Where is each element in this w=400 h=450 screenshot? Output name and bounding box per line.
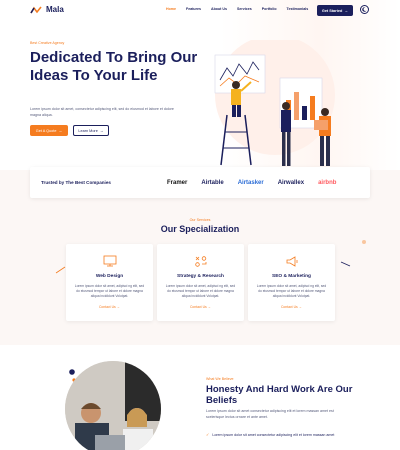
moon-icon — [362, 7, 367, 12]
card-text: Lorem ipsum dolor sit amet, adipisci ng … — [165, 284, 236, 298]
arrow-right-icon: → — [207, 305, 212, 309]
beliefs-kicker: What We Believe — [206, 377, 234, 381]
decor-dot-icon — [362, 240, 366, 244]
companies-label: Trusted by The Best Companies — [41, 180, 111, 185]
get-started-button[interactable]: Get Started → — [317, 5, 353, 16]
nav-about[interactable]: About Us — [211, 7, 227, 11]
team-photo-illustration — [65, 361, 161, 450]
nav-services[interactable]: Services — [237, 7, 252, 11]
card-title: Web Design — [95, 274, 124, 279]
brand-framer-logo: Framer — [167, 179, 188, 186]
strategy-icon — [194, 256, 206, 267]
card-link[interactable]: Contact Us → — [248, 305, 335, 309]
logo-text: Mala — [46, 5, 64, 14]
megaphone-icon — [286, 256, 297, 267]
list-item: ✓ Lorem ipsum dolor sit amet consectetur… — [206, 432, 335, 437]
brand-airwallex-logo: Airwallex — [277, 179, 305, 186]
card-link[interactable]: Contact Us → — [157, 305, 244, 309]
logo-mark-icon — [30, 6, 42, 13]
arrow-right-icon: → — [58, 128, 63, 133]
theme-toggle[interactable] — [360, 5, 369, 14]
arrow-right-icon: → — [116, 305, 121, 309]
learn-more-button[interactable]: Learn More → — [73, 125, 109, 136]
arrow-right-icon: → — [298, 305, 303, 309]
trusted-companies-strip: Trusted by The Best Companies Framer Air… — [30, 167, 370, 198]
get-started-label: Get Started — [321, 8, 343, 13]
service-card-strategy[interactable]: Strategy & Research Lorem ipsum dolor si… — [157, 244, 244, 321]
main-nav: Home Features About Us Services Portfoli… — [166, 7, 326, 11]
arrow-right-icon: → — [344, 8, 349, 13]
hero-illustration — [214, 40, 335, 166]
brand-airtasker-logo: Airtasker — [237, 179, 264, 186]
hero-title: Dedicated To Bring Our Ideas To Your Lif… — [30, 49, 198, 84]
beliefs-list: ✓ Lorem ipsum dolor sit amet consectetur… — [206, 432, 366, 440]
nav-portfolio[interactable]: Portfolio — [262, 7, 277, 11]
check-icon: ✓ — [206, 432, 210, 437]
service-card-seo[interactable]: SEO & Marketing Lorem ipsum dolor sit am… — [248, 244, 335, 321]
learn-more-label: Learn More — [78, 128, 98, 133]
arrow-right-icon: → — [99, 128, 104, 133]
hero-description: Lorem ipsum dolor sit amet, consectetur … — [30, 107, 174, 117]
services-kicker: Our Services — [189, 218, 211, 222]
get-quote-button[interactable]: Get A Quote → — [30, 125, 68, 136]
nav-features[interactable]: Features — [186, 7, 201, 11]
card-link[interactable]: Contact Us → — [66, 305, 153, 309]
hero-kicker: Best Creative Agency — [30, 41, 65, 45]
site-logo[interactable]: Mala — [30, 5, 64, 14]
brand-airbnb-logo: airbnb — [318, 179, 337, 186]
card-text: Lorem ipsum dolor sit amet, adipisci ng … — [256, 284, 327, 298]
card-text: Lorem ipsum dolor sit amet, adipisci ng … — [74, 284, 145, 298]
service-card-web-design[interactable]: Web Design Lorem ipsum dolor sit amet, a… — [66, 244, 153, 321]
card-title: Strategy & Research — [177, 274, 224, 279]
nav-testimonials[interactable]: Testimonials — [287, 7, 309, 11]
nav-home[interactable]: Home — [166, 7, 176, 11]
beliefs-title: Honesty And Hard Work Are Our Beliefs — [206, 384, 353, 406]
beliefs-description: Lorem ipsum dolor sit amet consectetur a… — [206, 409, 334, 419]
decor-dash-icon — [340, 261, 351, 267]
get-quote-label: Get A Quote — [35, 128, 57, 133]
team-photo — [65, 361, 161, 450]
card-title: SEO & Marketing — [272, 274, 311, 279]
brand-airtable-logo: Airtable — [201, 179, 224, 186]
services-title: Our Specialization — [160, 224, 240, 234]
web-design-icon — [103, 255, 116, 267]
